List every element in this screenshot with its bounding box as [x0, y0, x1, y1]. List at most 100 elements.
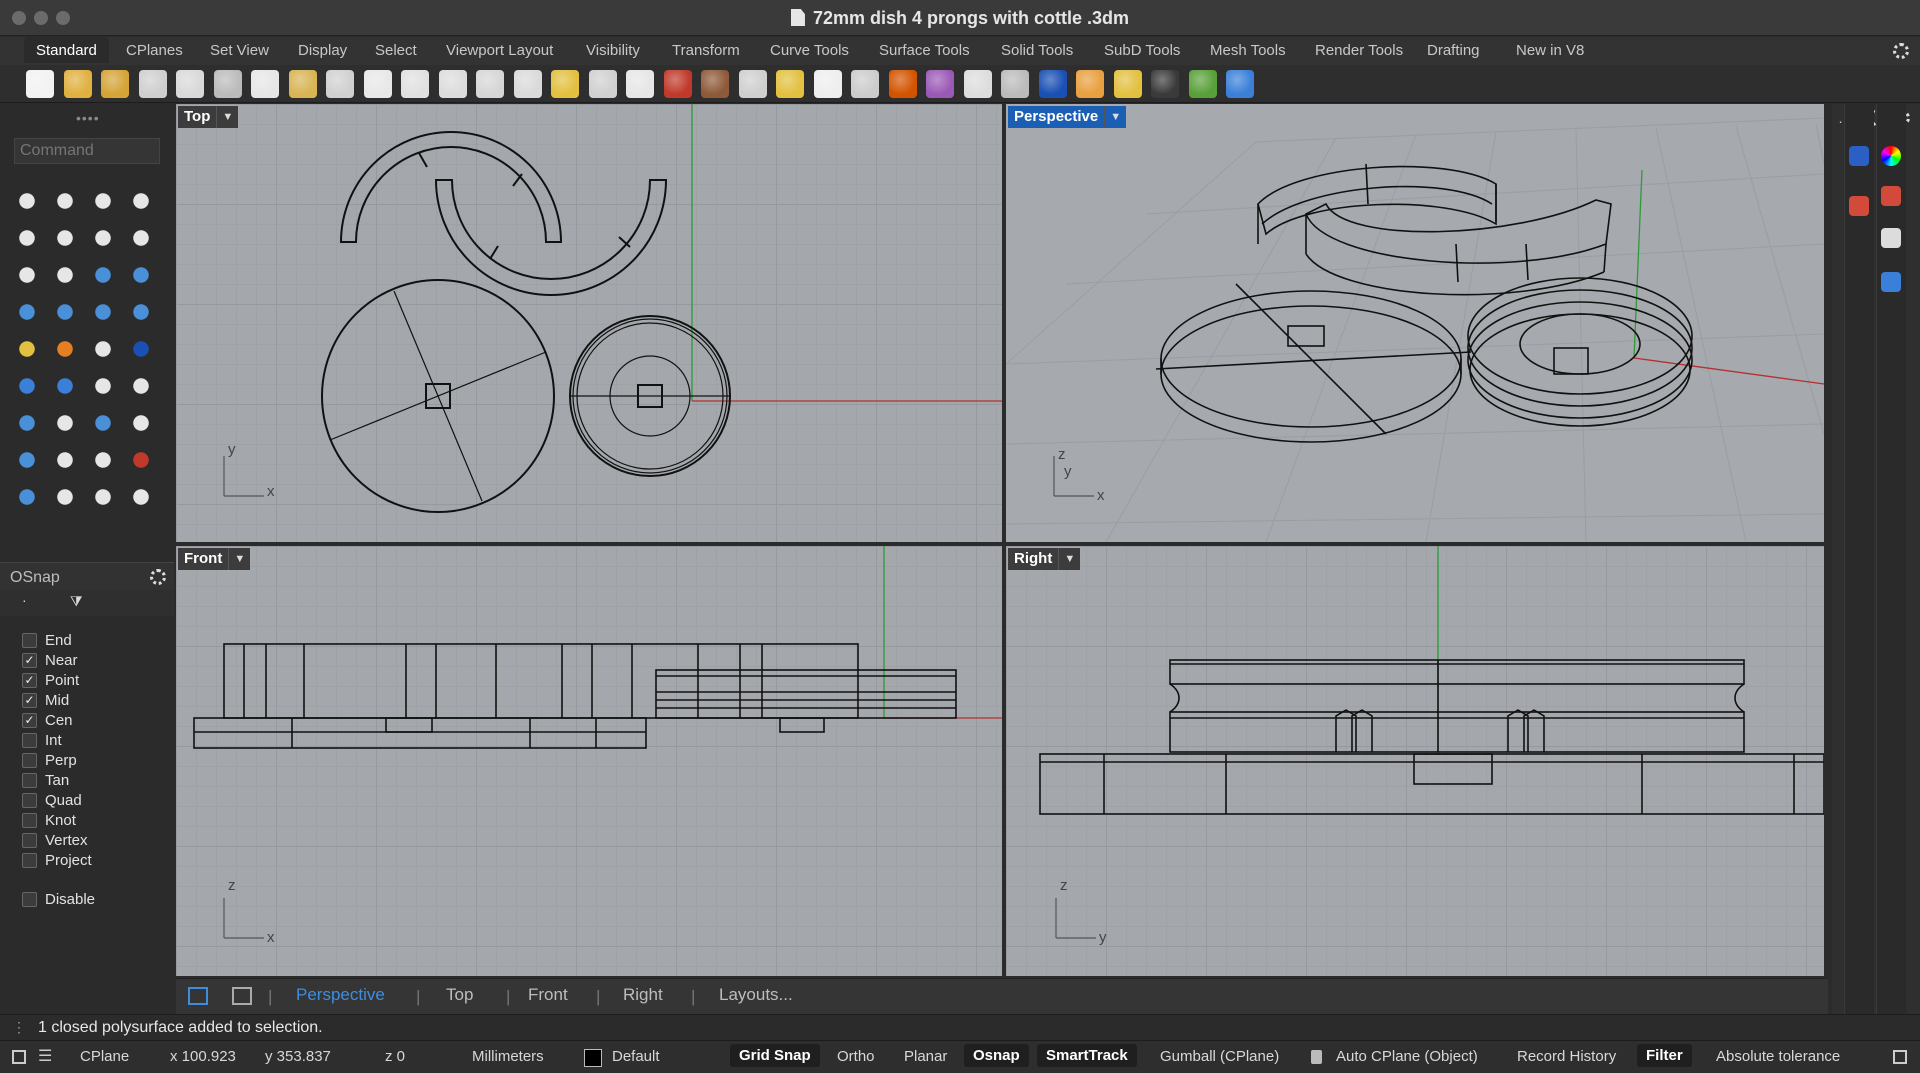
brush-icon[interactable]	[1849, 196, 1869, 216]
fillet-icon[interactable]	[50, 260, 80, 290]
osnap-item-cen[interactable]: ✓ Cen	[22, 711, 73, 729]
solid-icon[interactable]	[12, 445, 42, 475]
top-viewport-title[interactable]: Top	[178, 106, 217, 128]
offset-icon[interactable]	[126, 371, 156, 401]
osnap-item-int[interactable]: Int	[22, 731, 62, 749]
layer-icon[interactable]	[888, 70, 917, 98]
array-icon[interactable]	[88, 408, 118, 438]
box-icon[interactable]	[12, 297, 42, 327]
tab-cplanes[interactable]: CPlanes	[126, 42, 183, 59]
lock-icon[interactable]	[1311, 1050, 1322, 1064]
extrude-icon[interactable]	[126, 260, 156, 290]
tab-transform[interactable]: Transform	[672, 42, 740, 59]
filter-toggle[interactable]: Filter	[1637, 1044, 1692, 1067]
osnap-item-end[interactable]: End	[22, 631, 72, 649]
tabs-settings-gear-icon[interactable]	[1893, 43, 1909, 59]
layer-status[interactable]: Default	[612, 1048, 660, 1065]
ellipse-icon[interactable]	[50, 223, 80, 253]
rendered-sphere-icon[interactable]	[1076, 70, 1104, 98]
viewport-tab-top[interactable]: Top	[446, 985, 473, 1005]
osnap-item-vertex[interactable]: Vertex	[22, 831, 88, 849]
osnap-checkbox[interactable]: ✓	[22, 712, 37, 728]
filter-icon[interactable]: ⧩	[70, 593, 83, 610]
open-icon[interactable]	[63, 70, 92, 98]
rotate-view-icon[interactable]	[401, 70, 429, 98]
command-input[interactable]	[14, 138, 160, 164]
copy-icon[interactable]	[251, 70, 279, 98]
osnap-checkbox[interactable]: ✓	[22, 672, 37, 688]
list-icon[interactable]: ☰	[38, 1046, 52, 1066]
right-viewport[interactable]: z y Right ▼	[1006, 546, 1824, 976]
paste-icon[interactable]	[288, 70, 317, 98]
front-viewport-title[interactable]: Front	[178, 548, 229, 570]
right-viewport-title[interactable]: Right	[1008, 548, 1059, 570]
select-icon[interactable]	[12, 186, 42, 216]
material-sphere-icon[interactable]	[1849, 146, 1869, 166]
absolute-tolerance[interactable]: Absolute tolerance	[1716, 1048, 1840, 1065]
top-viewport-label[interactable]: Top ▼	[178, 106, 239, 128]
osnap-item-near[interactable]: ✓ Near	[22, 651, 78, 669]
mesh-icon[interactable]	[126, 297, 156, 327]
tab-curve-tools[interactable]: Curve Tools	[770, 42, 849, 59]
zoom-window-icon[interactable]	[476, 70, 504, 98]
help-panel-icon[interactable]	[1881, 272, 1901, 292]
osnap-checkbox[interactable]	[22, 812, 37, 828]
tab-select[interactable]: Select	[375, 42, 417, 59]
osnap-item-perp[interactable]: Perp	[22, 751, 77, 769]
undo-icon[interactable]	[326, 70, 354, 98]
cut-icon[interactable]	[213, 70, 242, 98]
tab-display[interactable]: Display	[298, 42, 347, 59]
tab-subd-tools[interactable]: SubD Tools	[1104, 42, 1180, 59]
panel-grip-handle[interactable]: ••••	[76, 110, 100, 126]
gumball-toggle[interactable]: Gumball (CPlane)	[1160, 1048, 1279, 1065]
viewport-tab-right[interactable]: Right	[623, 985, 663, 1005]
top-viewport-dropdown-icon[interactable]: ▼	[216, 106, 239, 128]
pan-icon[interactable]	[363, 70, 392, 98]
explode-icon[interactable]	[50, 334, 80, 364]
color-wheel-icon[interactable]	[926, 70, 954, 98]
four-view-layout-icon[interactable]	[188, 987, 208, 1005]
osnap-item-mid[interactable]: ✓ Mid	[22, 691, 69, 709]
edit-icon[interactable]	[126, 408, 156, 438]
planar-toggle[interactable]: Planar	[904, 1048, 947, 1065]
tab-drafting[interactable]: Drafting	[1427, 42, 1480, 59]
check-icon[interactable]	[88, 482, 118, 512]
cplane-status[interactable]: CPlane	[80, 1048, 129, 1065]
scale-icon[interactable]	[50, 408, 80, 438]
tab-new-in-v8[interactable]: New in V8	[1516, 42, 1584, 59]
osnap-disable-item[interactable]: Disable	[22, 890, 95, 908]
print-icon[interactable]	[138, 70, 167, 98]
layer-color-swatch[interactable]	[584, 1049, 602, 1067]
polyline-icon[interactable]	[88, 186, 118, 216]
units-status[interactable]: Millimeters	[472, 1048, 544, 1065]
command-history-grip-icon[interactable]: ⋮	[12, 1019, 26, 1036]
tab-standard[interactable]: Standard	[24, 37, 109, 63]
surface-icon[interactable]	[88, 260, 118, 290]
curve-edit-icon[interactable]	[88, 371, 118, 401]
trim-icon[interactable]	[126, 334, 156, 364]
points-icon[interactable]	[50, 371, 80, 401]
osnap-item-knot[interactable]: Knot	[22, 811, 76, 829]
osnap-checkbox[interactable]	[22, 732, 37, 748]
grid-icon[interactable]	[88, 445, 118, 475]
python-icon[interactable]	[1188, 70, 1217, 98]
save-icon[interactable]	[101, 70, 129, 98]
osnap-checkbox[interactable]	[22, 792, 37, 808]
sphere-icon[interactable]	[50, 297, 80, 327]
analyze-icon[interactable]	[50, 482, 80, 512]
front-viewport-label[interactable]: Front ▼	[178, 548, 251, 570]
osnap-item-quad[interactable]: Quad	[22, 791, 82, 809]
osnap-settings-gear-icon[interactable]	[150, 569, 166, 585]
right-viewport-label[interactable]: Right ▼	[1008, 548, 1081, 570]
perspective-viewport[interactable]: z y x Perspective ▼	[1006, 104, 1824, 542]
shaded-sphere-icon[interactable]	[1038, 70, 1067, 98]
right-viewport-dropdown-icon[interactable]: ▼	[1058, 548, 1081, 570]
grasshopper-icon[interactable]	[1151, 70, 1179, 98]
osnap-checkbox[interactable]: ✓	[22, 652, 37, 668]
new-icon[interactable]	[26, 70, 54, 98]
osnap-checkbox[interactable]	[22, 852, 37, 868]
split-icon[interactable]	[88, 334, 118, 364]
osnap-toggle[interactable]: Osnap	[964, 1044, 1029, 1067]
zoom-extents-icon[interactable]	[513, 70, 542, 98]
plane-icon[interactable]	[701, 70, 729, 98]
